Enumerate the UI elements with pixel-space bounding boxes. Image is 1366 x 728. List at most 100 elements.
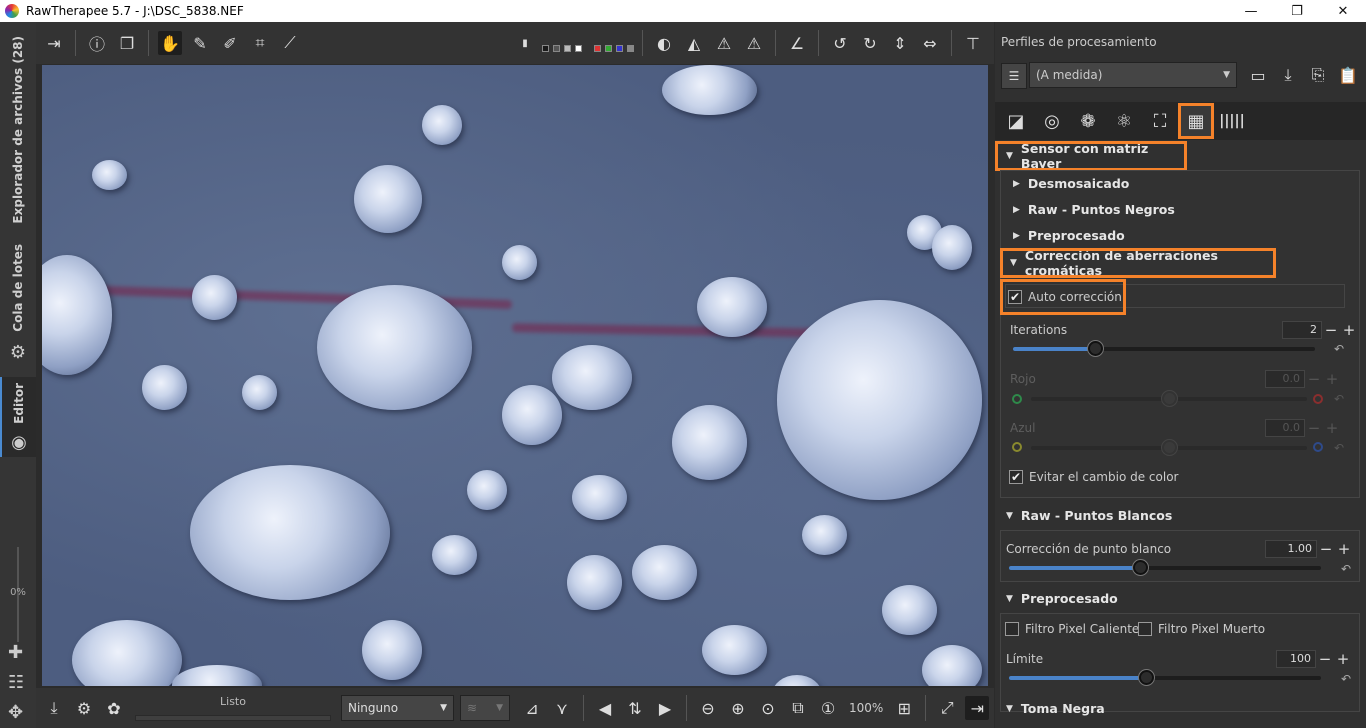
white-point-slider[interactable] [1009, 560, 1321, 575]
shadow-clip-icon[interactable]: ◭ [682, 31, 706, 55]
plus-icon[interactable]: + [1340, 322, 1358, 338]
iterations-slider-knob[interactable] [1087, 341, 1103, 356]
crop-icon[interactable]: ⌗ [248, 31, 272, 55]
histogram-icon[interactable]: ⊿ [520, 696, 544, 720]
previous-image-icon[interactable]: ◀ [593, 696, 617, 720]
plus-icon[interactable]: + [1334, 651, 1352, 667]
white-point-value[interactable]: 1.00 [1265, 540, 1317, 558]
compare-icon[interactable]: ⋎ [550, 696, 574, 720]
section-demosaic[interactable]: ▶ Desmosaicado [1013, 176, 1129, 191]
section-ca-correction[interactable]: ▼ Corrección de aberraciones cromáticas [1000, 248, 1276, 278]
info-icon[interactable]: ⓘ [85, 31, 109, 55]
iterations-slider[interactable] [1013, 341, 1315, 356]
external-editor-icon[interactable]: ✿ [102, 696, 126, 720]
new-detail-window-icon[interactable]: ⊞ [892, 696, 916, 720]
sliders-icon[interactable]: ☷ [8, 672, 24, 693]
preview-mode-select[interactable]: ≋ ▼ [460, 695, 510, 721]
close-button[interactable]: ✕ [1320, 0, 1366, 22]
move-icon[interactable]: ✥ [8, 702, 23, 723]
blue-spinner[interactable]: 0.0 − + [1265, 419, 1341, 437]
save-image-icon[interactable]: ⤓ [42, 696, 66, 720]
channel-swatch[interactable] [542, 44, 549, 52]
channel-swatch[interactable] [553, 44, 560, 52]
tab-transform-icon[interactable]: ⛶ [1145, 106, 1175, 136]
blue-value[interactable]: 0.0 [1265, 419, 1305, 437]
tab-metadata-icon[interactable]: ||||| [1217, 106, 1247, 136]
rotate-angle-icon[interactable]: ∠ [785, 31, 809, 55]
minus-icon[interactable]: − [1316, 651, 1334, 667]
paste-profile-icon[interactable]: 📋 [1336, 63, 1360, 87]
reset-icon[interactable]: ↶ [1341, 562, 1351, 576]
dead-pixel-checkbox[interactable]: Filtro Pixel Muerto [1138, 622, 1265, 636]
red-value[interactable]: 0.0 [1265, 370, 1305, 388]
flip-vertical-icon[interactable]: ⇕ [888, 31, 912, 55]
iterations-value[interactable]: 2 [1282, 321, 1322, 339]
section-raw-white[interactable]: ▼ Raw - Puntos Blancos [1006, 508, 1172, 523]
tab-detail-icon[interactable]: ◎ [1037, 106, 1067, 136]
copy-profile-icon[interactable]: ⎘ [1306, 63, 1330, 87]
red-slider[interactable] [1031, 391, 1307, 406]
minus-icon[interactable]: − [1305, 371, 1323, 387]
warning-low-icon[interactable]: ⚠ [712, 31, 736, 55]
tab-file-browser[interactable]: Explorador de archivos (28) [0, 36, 36, 226]
hand-tool-icon[interactable]: ✋ [158, 31, 182, 55]
straighten-icon[interactable]: ⟋ [278, 31, 302, 55]
limit-spinner[interactable]: 100 − + [1276, 650, 1352, 668]
preview-mode-icon[interactable]: ▮ [513, 31, 537, 55]
reset-icon[interactable]: ↶ [1334, 392, 1344, 406]
channel-swatch[interactable] [616, 44, 623, 52]
iterations-spinner[interactable]: 2 − + [1282, 321, 1358, 339]
show-left-panel-icon[interactable]: ⇥ [42, 31, 66, 55]
white-balance-picker-icon[interactable]: ✎ [188, 31, 212, 55]
tab-editor[interactable]: Editor ◉ [0, 377, 36, 457]
save-profile-icon[interactable]: ⤓ [1276, 63, 1300, 87]
minus-icon[interactable]: − [1317, 541, 1335, 557]
plus-icon[interactable]: + [1335, 541, 1353, 557]
hide-right-panel-icon[interactable]: ⇥ [965, 696, 990, 720]
section-bayer-sensor[interactable]: ▼ Sensor con matriz Bayer [995, 141, 1187, 171]
limit-value[interactable]: 100 [1276, 650, 1316, 668]
blue-slider[interactable] [1031, 440, 1307, 455]
fullscreen-icon[interactable]: ⤢ [935, 696, 959, 720]
hot-pixel-checkbox[interactable]: Filtro Pixel Caliente [1005, 622, 1139, 636]
profile-list-icon[interactable]: ☰ [1001, 63, 1027, 89]
zoom-fit-crop-icon[interactable]: ⧉ [786, 696, 810, 720]
queue-settings-icon[interactable]: ⚙ [72, 696, 96, 720]
tab-batch-queue[interactable]: Cola de lotes ⚙ [0, 244, 36, 363]
white-point-slider-knob[interactable] [1133, 560, 1149, 575]
tab-color-icon[interactable]: ❁ [1073, 106, 1103, 136]
tab-raw-icon[interactable]: ▦ [1178, 103, 1214, 139]
auto-correction-checkbox[interactable]: ✔ Auto corrección [1000, 279, 1126, 315]
red-slider-knob[interactable] [1162, 391, 1177, 406]
open-profile-icon[interactable]: ▭ [1246, 63, 1270, 87]
next-image-icon[interactable]: ▶ [653, 696, 677, 720]
add-tool-icon[interactable]: ✚ [8, 642, 23, 663]
channel-swatch[interactable] [627, 44, 634, 52]
plus-icon[interactable]: + [1323, 420, 1341, 436]
tab-exposure-icon[interactable]: ◪ [1001, 106, 1031, 136]
show-right-panel-icon[interactable]: ⊤ [961, 31, 985, 55]
tab-advanced-icon[interactable]: ⚛ [1109, 106, 1139, 136]
rotate-left-icon[interactable]: ↺ [828, 31, 852, 55]
avoid-color-shift-checkbox[interactable]: ✔ Evitar el cambio de color [1009, 470, 1178, 484]
zoom-in-icon[interactable]: ⊕ [726, 696, 750, 720]
zoom-out-icon[interactable]: ⊖ [696, 696, 720, 720]
reset-icon[interactable]: ↶ [1334, 342, 1344, 356]
section-dark-frame[interactable]: ▼ Toma Negra [1006, 701, 1105, 716]
section-preprocess[interactable]: ▼ Preprocesado [1006, 591, 1118, 606]
plus-icon[interactable]: + [1323, 371, 1341, 387]
minus-icon[interactable]: − [1305, 420, 1323, 436]
before-after-icon[interactable]: ❐ [115, 31, 139, 55]
minimize-button[interactable]: — [1228, 0, 1274, 22]
color-picker-icon[interactable]: ✐ [218, 31, 242, 55]
warning-high-icon[interactable]: ⚠ [742, 31, 766, 55]
flip-horizontal-icon[interactable]: ⇔ [918, 31, 942, 55]
image-preview[interactable] [42, 65, 988, 686]
focus-mask-icon[interactable]: ◐ [652, 31, 676, 55]
channel-swatch[interactable] [594, 44, 601, 52]
channel-swatch[interactable] [605, 44, 612, 52]
section-preprocess-bayer[interactable]: ▶ Preprocesado [1013, 228, 1125, 243]
blue-slider-knob[interactable] [1162, 440, 1177, 455]
reset-icon[interactable]: ↶ [1341, 672, 1351, 686]
snapshot-select[interactable]: Ninguno ▼ [341, 695, 454, 721]
